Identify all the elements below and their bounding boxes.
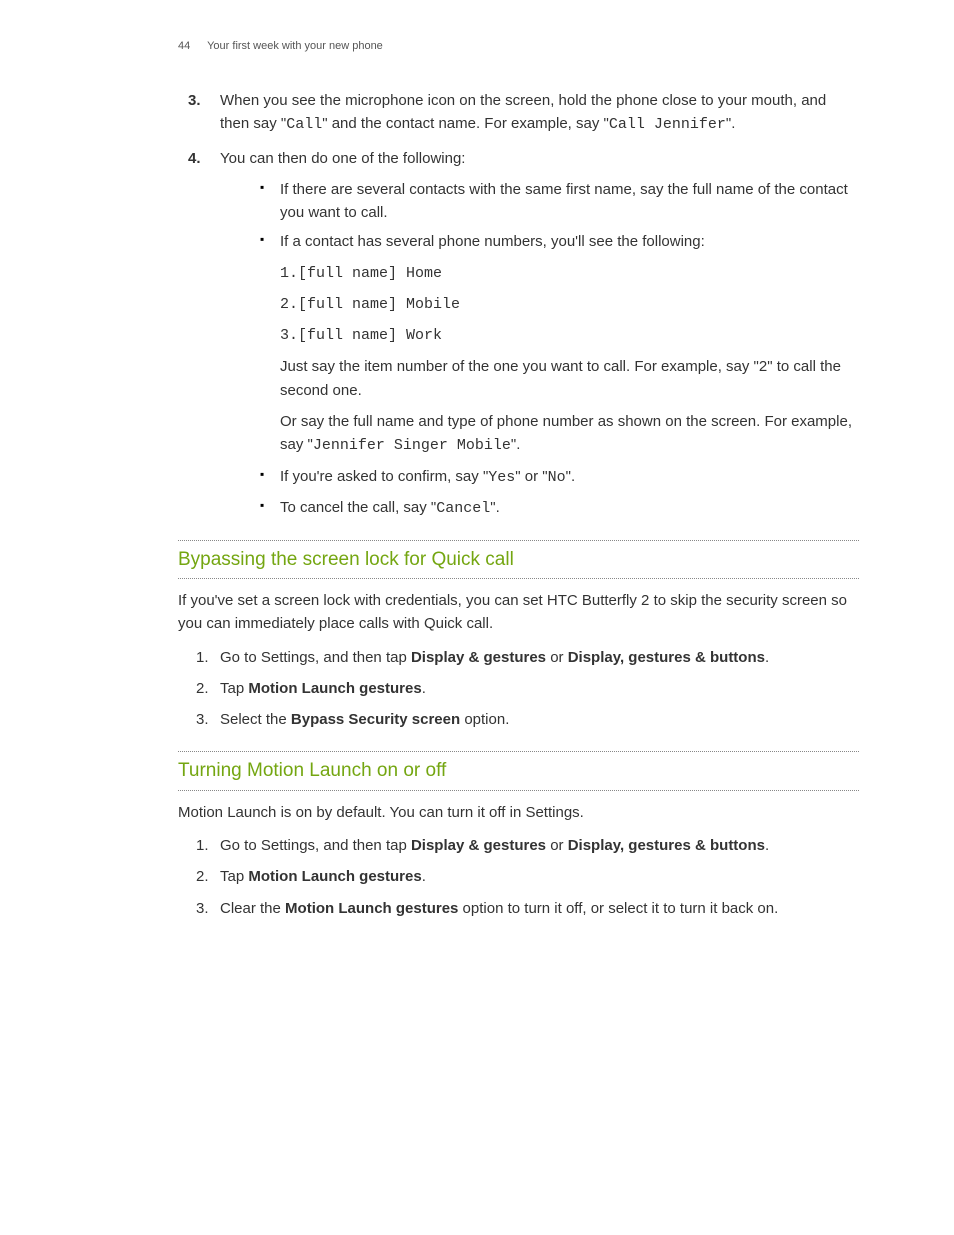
phone-line-work: 3.[full name] Work: [280, 324, 859, 347]
phone-line-mobile: 2.[full name] Mobile: [280, 293, 859, 316]
code-yes: Yes: [488, 469, 515, 486]
step-text: When you see the microphone icon on the …: [220, 92, 826, 132]
step-text: You can then do one of the following:: [220, 150, 465, 167]
section-intro: Motion Launch is on by default. You can …: [178, 801, 859, 824]
step-item: 3. Select the Bypass Security screen opt…: [178, 708, 859, 731]
bullet-item: To cancel the call, say "Cancel".: [260, 496, 859, 520]
bold-display-gestures-buttons: Display, gestures & buttons: [568, 649, 765, 666]
instruction-text: Just say the item number of the one you …: [280, 355, 859, 402]
bullet-item: If you're asked to confirm, say "Yes" or…: [260, 465, 859, 489]
instruction-text: Or say the full name and type of phone n…: [280, 410, 859, 458]
page-number: 44: [178, 38, 190, 55]
code-call-jennifer: Call Jennifer: [609, 116, 726, 133]
step-number: 3.: [196, 708, 209, 731]
bold-display-gestures: Display & gestures: [411, 649, 546, 666]
phone-number-list: 1.[full name] Home 2.[full name] Mobile …: [280, 262, 859, 348]
code-no: No: [548, 469, 566, 486]
main-instruction-list: 3. When you see the microphone icon on t…: [178, 89, 859, 520]
section-title-motion-launch: Turning Motion Launch on or off: [178, 752, 859, 790]
step-item: 1. Go to Settings, and then tap Display …: [178, 834, 859, 857]
section-title-bypass: Bypassing the screen lock for Quick call: [178, 541, 859, 579]
step-number: 3.: [188, 89, 201, 112]
step-item: 2. Tap Motion Launch gestures.: [178, 865, 859, 888]
step-number: 2.: [196, 677, 209, 700]
bullet-item: If there are several contacts with the s…: [260, 178, 859, 225]
step-item: 3. Clear the Motion Launch gestures opti…: [178, 897, 859, 920]
code-jennifer-mobile: Jennifer Singer Mobile: [313, 437, 511, 454]
step-4: 4. You can then do one of the following:…: [178, 147, 859, 520]
bold-bypass-security: Bypass Security screen: [291, 711, 460, 728]
page-header: 44 Your first week with your new phone: [178, 38, 859, 55]
bold-motion-launch-gestures: Motion Launch gestures: [285, 900, 458, 917]
step-number: 1.: [196, 834, 209, 857]
section-intro: If you've set a screen lock with credent…: [178, 589, 859, 636]
steps-list: 1. Go to Settings, and then tap Display …: [178, 646, 859, 732]
bold-display-gestures-buttons: Display, gestures & buttons: [568, 837, 765, 854]
code-call: Call: [286, 116, 322, 133]
step-number: 3.: [196, 897, 209, 920]
step-number: 2.: [196, 865, 209, 888]
bold-display-gestures: Display & gestures: [411, 837, 546, 854]
step-item: 2. Tap Motion Launch gestures.: [178, 677, 859, 700]
code-cancel: Cancel: [436, 500, 490, 517]
bold-motion-launch: Motion Launch gestures: [248, 868, 421, 885]
steps-list: 1. Go to Settings, and then tap Display …: [178, 834, 859, 920]
chapter-title: Your first week with your new phone: [207, 40, 383, 52]
bold-motion-launch: Motion Launch gestures: [248, 680, 421, 697]
bullet-list: If there are several contacts with the s…: [220, 178, 859, 520]
step-number: 1.: [196, 646, 209, 669]
phone-line-home: 1.[full name] Home: [280, 262, 859, 285]
step-number: 4.: [188, 147, 201, 170]
step-item: 1. Go to Settings, and then tap Display …: [178, 646, 859, 669]
step-3: 3. When you see the microphone icon on t…: [178, 89, 859, 137]
bullet-item: If a contact has several phone numbers, …: [260, 230, 859, 457]
